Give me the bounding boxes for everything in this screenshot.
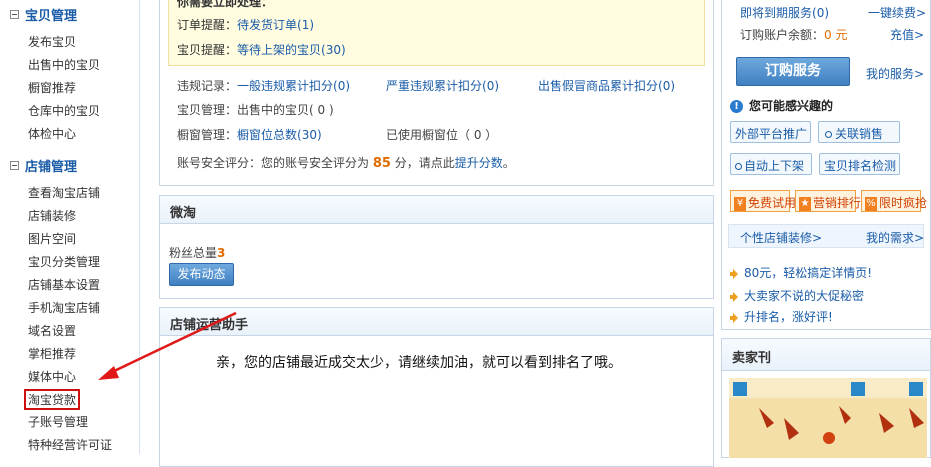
sidebar-item-category[interactable]: 宝贝分类管理 — [28, 253, 100, 270]
sidebar-item-checkup[interactable]: 体检中心 — [28, 125, 76, 142]
news-item[interactable]: 大卖家不说的大促秘密 — [730, 287, 864, 304]
sidebar-item-basic-settings[interactable]: 店铺基本设置 — [28, 276, 100, 293]
sidebar-item-view-shop[interactable]: 查看淘宝店铺 — [28, 184, 100, 201]
expiring-services[interactable]: 即将到期服务(0) — [740, 4, 829, 21]
radio-icon — [825, 131, 832, 138]
serious-violation-link[interactable]: 严重违规累计扣分 — [386, 79, 482, 93]
balance-row: 订购账户余额：0 元 — [740, 28, 848, 42]
custom-decoration-link[interactable]: 个性店铺装修> — [740, 229, 822, 246]
sidebar-item-window-recommend[interactable]: 橱窗推荐 — [28, 79, 76, 96]
seller-magazine-banner-image[interactable] — [729, 378, 927, 458]
general-violation-link[interactable]: 一般违规累计扣分 — [237, 79, 333, 93]
chip-free-trial[interactable]: ¥ 免费试用 — [730, 190, 796, 212]
radio-icon — [735, 163, 742, 170]
seller-magazine-title: 卖家刊 — [722, 339, 930, 371]
operation-assistant-panel: 店铺运营助手 亲，您的店铺最近成交太少，请继续加油，就可以看到排名了哦。 — [159, 307, 714, 467]
improve-score-link[interactable]: 提升分数 — [455, 156, 503, 170]
assistant-title: 店铺运营助手 — [160, 308, 713, 336]
security-score-row: 账号安全评分：您的账号安全评分为 85 分，请点此提升分数。 — [177, 156, 515, 171]
order-alert: 订单提醒：待发货订单(1) — [177, 18, 315, 32]
sidebar-item-warehouse[interactable]: 仓库中的宝贝 — [28, 102, 100, 119]
fans-total: 粉丝总量3 — [169, 246, 226, 260]
sidebar-item-shopkeeper-recommend[interactable]: 掌柜推荐 — [28, 345, 76, 362]
fake-goods-link[interactable]: 出售假冒商品累计扣分 — [538, 79, 658, 93]
section-title: 宝贝管理 — [25, 9, 78, 24]
news-item[interactable]: 80元，轻松搞定详情页! — [730, 264, 872, 281]
speaker-icon — [730, 291, 740, 302]
yen-icon: ¥ — [734, 196, 746, 211]
alert-heading: 你需要立即处理： — [177, 0, 274, 9]
news-item[interactable]: 升排名，涨好评! — [730, 308, 833, 325]
publish-post-button[interactable]: 发布动态 — [169, 263, 234, 286]
renew-link[interactable]: 一键续费> — [868, 4, 926, 21]
fake-goods-violation: 出售假冒商品累计扣分(0) — [538, 79, 676, 93]
waiting-listing-link[interactable]: 等待上架的宝贝 — [237, 43, 321, 57]
chip-marketing-rank[interactable]: ★ 营销排行 — [795, 190, 861, 212]
seller-magazine-panel: 卖家刊 — [721, 338, 931, 458]
sidebar-item-decoration[interactable]: 店铺装修 — [28, 207, 76, 224]
section-goods-management[interactable]: 宝贝管理 — [10, 5, 77, 24]
sidebar-item-license[interactable]: 特种经营许可证 — [28, 436, 112, 453]
sidebar-item-domain[interactable]: 域名设置 — [28, 322, 76, 339]
goods-on-sale-row: 宝贝管理：出售中的宝贝( 0 ) — [177, 103, 334, 117]
chip-auto-listing[interactable]: 自动上下架 — [730, 153, 812, 175]
alert-box: 你需要立即处理： 订单提醒：待发货订单(1) 宝贝提醒：等待上架的宝贝(30) — [168, 0, 705, 66]
assistant-message: 亲，您的店铺最近成交太少，请继续加油，就可以看到排名了哦。 — [216, 355, 622, 371]
info-icon: ! — [730, 100, 743, 113]
section-shop-management[interactable]: 店铺管理 — [10, 156, 77, 175]
window-row: 橱窗管理：橱窗位总数(30) — [177, 128, 322, 142]
collapse-icon[interactable] — [10, 10, 19, 19]
speaker-icon — [730, 312, 740, 323]
security-score: 85 — [372, 156, 391, 171]
chip-flash-sale[interactable]: % 限时疯抢 — [861, 190, 927, 212]
sidebar-item-taobao-loan[interactable]: 淘宝贷款 — [24, 389, 81, 410]
weitao-panel: 微淘 粉丝总量3 发布动态 — [159, 195, 714, 299]
chip-external-promotion[interactable]: 外部平台推广 — [730, 121, 811, 143]
chip-ranking-check[interactable]: 宝贝排名检测 — [819, 153, 900, 175]
weitao-title: 微淘 — [160, 196, 713, 224]
award-icon: ★ — [799, 196, 811, 211]
percent-icon: % — [865, 196, 877, 211]
order-service-button[interactable]: 订购服务 — [736, 57, 850, 86]
banner-artwork-icon — [729, 378, 927, 458]
sidebar-item-on-sale[interactable]: 出售中的宝贝 — [28, 56, 100, 73]
my-needs-link[interactable]: 我的需求> — [866, 229, 924, 246]
chip-related-sales[interactable]: 关联销售 — [818, 121, 900, 143]
violation-row: 违规记录：一般违规累计扣分(0) — [177, 79, 351, 93]
sidebar-item-sub-account[interactable]: 子账号管理 — [28, 413, 88, 430]
sidebar: 宝贝管理 发布宝贝 出售中的宝贝 橱窗推荐 仓库中的宝贝 体检中心 店铺管理 查… — [0, 0, 140, 454]
sidebar-item-media[interactable]: 媒体中心 — [28, 368, 76, 385]
recharge-link[interactable]: 充值> — [890, 26, 924, 43]
window-used: 已使用橱窗位（ 0 ） — [386, 128, 498, 142]
serious-violation: 严重违规累计扣分(0) — [386, 79, 500, 93]
my-services-link[interactable]: 我的服务> — [866, 65, 924, 82]
sidebar-item-mobile-shop[interactable]: 手机淘宝店铺 — [28, 299, 100, 316]
window-total-link[interactable]: 橱窗位总数 — [237, 128, 297, 142]
pending-shipment-link[interactable]: 待发货订单 — [237, 18, 297, 32]
section-title: 店铺管理 — [25, 160, 78, 175]
sidebar-item-publish[interactable]: 发布宝贝 — [28, 33, 76, 50]
interest-heading: ! 您可能感兴趣的 — [730, 97, 833, 114]
collapse-icon[interactable] — [10, 161, 19, 170]
speaker-icon — [730, 268, 740, 279]
sidebar-item-image-space[interactable]: 图片空间 — [28, 230, 76, 247]
item-alert: 宝贝提醒：等待上架的宝贝(30) — [177, 43, 346, 57]
